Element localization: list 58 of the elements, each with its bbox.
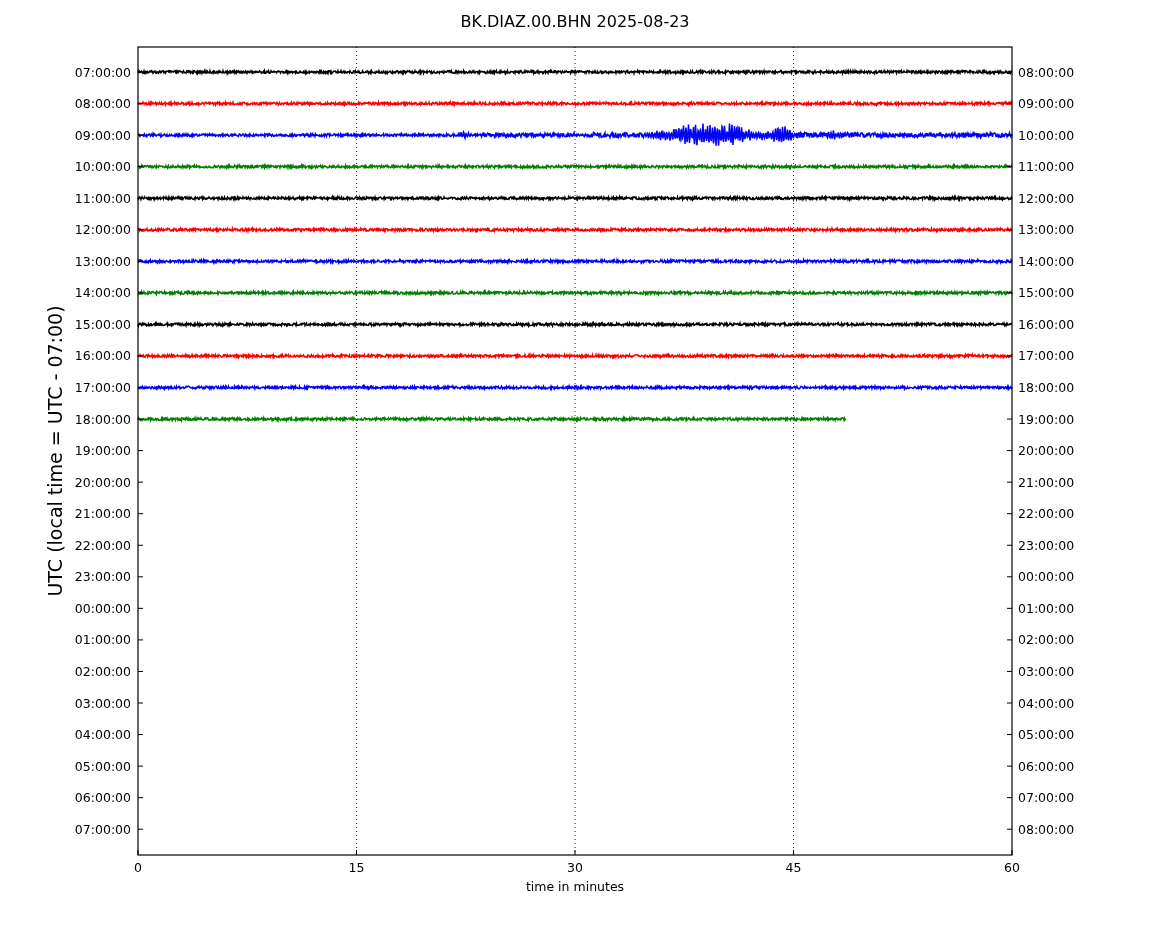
tick-label: 10:00:00	[1018, 127, 1075, 143]
tick-label: 30	[567, 860, 583, 875]
tick-label: 13:00:00	[1018, 222, 1075, 238]
tick-label: 11:00:00	[74, 190, 131, 206]
tick-label: 15	[348, 860, 365, 875]
tick-label: 01:00:00	[1018, 600, 1075, 616]
tick-label: 18:00:00	[74, 411, 131, 427]
tick-label: 00:00:00	[1018, 569, 1075, 585]
tick-label: 03:00:00	[74, 695, 131, 711]
tick-label: 0	[134, 860, 142, 875]
tick-label: 60	[1004, 860, 1020, 875]
axis-label: UTC (local time = UTC - 07:00)	[44, 305, 66, 597]
tick-label: 01:00:00	[74, 632, 131, 648]
tick-label: 02:00:00	[74, 663, 131, 679]
tick-label: 21:00:00	[74, 506, 131, 522]
tick-label: 13:00:00	[74, 253, 131, 269]
tick-label: 09:00:00	[74, 127, 131, 143]
tick-label: 07:00:00	[74, 64, 131, 80]
tick-label: 07:00:00	[74, 821, 131, 837]
tick-label: 20:00:00	[1018, 443, 1075, 459]
tick-label: 05:00:00	[1018, 727, 1075, 743]
tick-label: 12:00:00	[74, 222, 131, 238]
axis-label: time in minutes	[525, 879, 625, 894]
tick-label: 15:00:00	[74, 316, 131, 332]
tick-label: 17:00:00	[74, 380, 131, 395]
tick-label: 06:00:00	[74, 790, 131, 806]
tick-label: 18:00:00	[1018, 380, 1075, 395]
tick-label: 23:00:00	[74, 569, 131, 585]
tick-label: 14:00:00	[1018, 253, 1075, 269]
tick-label: 04:00:00	[1018, 695, 1075, 711]
tick-label: 17:00:00	[1018, 348, 1075, 364]
tick-label: 02:00:00	[1018, 632, 1075, 648]
tick-label: 45	[785, 860, 802, 875]
tick-label: 15:00:00	[1018, 285, 1075, 301]
tick-label: 08:00:00	[74, 96, 131, 112]
tick-label: 14:00:00	[74, 285, 131, 301]
tick-label: 19:00:00	[1018, 411, 1075, 427]
tick-label: 05:00:00	[74, 758, 131, 774]
tick-label: 21:00:00	[1018, 474, 1075, 490]
tick-label: 12:00:00	[1018, 190, 1075, 206]
tick-label: 03:00:00	[1018, 663, 1075, 679]
tick-label: 04:00:00	[74, 727, 131, 743]
tick-label: 16:00:00	[74, 348, 131, 364]
tick-label: 11:00:00	[1018, 159, 1075, 175]
tick-label: 22:00:00	[74, 537, 131, 553]
tick-label: 20:00:00	[74, 474, 131, 490]
tick-label: 23:00:00	[1018, 537, 1075, 553]
tick-label: 19:00:00	[74, 443, 131, 459]
tick-label: 07:00:00	[1018, 790, 1075, 806]
tick-label: 00:00:00	[74, 600, 131, 616]
tick-label: 08:00:00	[1018, 821, 1075, 837]
tick-label: 09:00:00	[1018, 96, 1075, 112]
chart-title: BK.DIAZ.00.BHN 2025-08-23	[460, 12, 690, 31]
tick-label: 22:00:00	[1018, 506, 1075, 522]
tick-label: 16:00:00	[1018, 316, 1075, 332]
tick-label: 06:00:00	[1018, 758, 1075, 774]
tick-label: 10:00:00	[74, 159, 131, 175]
tick-label: 08:00:00	[1018, 64, 1075, 80]
